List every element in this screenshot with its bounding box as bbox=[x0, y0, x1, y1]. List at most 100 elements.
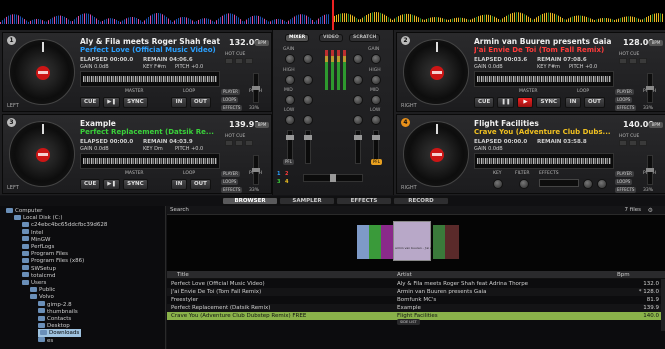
pitch-slider[interactable] bbox=[252, 155, 260, 185]
hot-cue-3[interactable] bbox=[639, 58, 647, 64]
pfl-button-2[interactable]: PFL bbox=[371, 159, 382, 165]
tab-browser[interactable]: BROWSER bbox=[222, 197, 278, 205]
loop-in-button[interactable]: IN bbox=[565, 97, 581, 108]
loops-button[interactable]: LOOPS bbox=[221, 179, 239, 185]
hot-cue-buttons[interactable] bbox=[619, 140, 647, 146]
crossfader[interactable] bbox=[303, 174, 363, 182]
waveform-left[interactable] bbox=[0, 0, 332, 30]
hot-cue-2[interactable] bbox=[235, 58, 243, 64]
deck-waveform[interactable] bbox=[474, 71, 614, 87]
player-button[interactable]: PLAYER bbox=[615, 171, 634, 177]
bpm-tap-button[interactable]: BPM bbox=[255, 40, 269, 46]
column-bpm[interactable]: Bpm bbox=[617, 271, 630, 279]
play-button[interactable]: ▶ bbox=[517, 97, 534, 108]
sync-button[interactable]: SYNC bbox=[123, 97, 148, 108]
waveform-right[interactable] bbox=[332, 0, 665, 30]
bpm-tap-button[interactable]: BPM bbox=[649, 40, 663, 46]
hot-cue-3[interactable] bbox=[245, 140, 253, 146]
cue-button[interactable]: CUE bbox=[474, 97, 495, 108]
effects-button[interactable]: EFFECTS bbox=[615, 187, 637, 193]
mid-knob-4[interactable] bbox=[353, 95, 363, 105]
volume-fader-4[interactable] bbox=[354, 130, 362, 164]
player-button[interactable]: PLAYER bbox=[221, 171, 240, 177]
loops-button[interactable]: LOOPS bbox=[615, 179, 633, 185]
high-knob-2[interactable] bbox=[371, 75, 381, 85]
pfl-button-1[interactable]: PFL bbox=[283, 159, 294, 165]
hot-cue-1[interactable] bbox=[225, 58, 233, 64]
low-knob-3[interactable] bbox=[303, 115, 313, 125]
sync-button[interactable]: SYNC bbox=[123, 179, 148, 190]
high-knob-3[interactable] bbox=[303, 75, 313, 85]
tab-record[interactable]: RECORD bbox=[393, 197, 449, 205]
waveform-overview[interactable] bbox=[0, 0, 665, 30]
folder-tree[interactable]: Computer Local Disk (C:) c24ebc4bc65ddcfbc… bbox=[0, 206, 166, 349]
effect-param-knob-1[interactable] bbox=[583, 179, 593, 189]
bpm-tap-button[interactable]: BPM bbox=[255, 122, 269, 128]
mid-knob-3[interactable] bbox=[303, 95, 313, 105]
effects-button[interactable]: EFFECTS bbox=[221, 105, 243, 111]
player-button[interactable]: PLAYER bbox=[615, 89, 634, 95]
hot-cue-1[interactable] bbox=[225, 140, 233, 146]
track-list-scrollbar[interactable] bbox=[661, 279, 665, 331]
search-options-icon[interactable]: ⚙ bbox=[648, 207, 653, 214]
key-knob[interactable] bbox=[493, 179, 503, 189]
hot-cue-2[interactable] bbox=[629, 140, 637, 146]
pause-button[interactable]: ❚❚ bbox=[497, 97, 515, 108]
low-knob-4[interactable] bbox=[353, 115, 363, 125]
column-artist[interactable]: Artist bbox=[397, 271, 412, 279]
deck-waveform[interactable] bbox=[80, 71, 220, 87]
cover-art-selected[interactable]: armin van buuren - j'ai envie de toi bbox=[393, 221, 431, 261]
bpm-tap-button[interactable]: BPM bbox=[649, 122, 663, 128]
cue-button[interactable]: CUE bbox=[80, 179, 101, 190]
pitch-slider[interactable] bbox=[646, 155, 654, 185]
cover-flow[interactable]: armin van buuren - j'ai envie de toi bbox=[167, 215, 665, 271]
jog-wheel[interactable] bbox=[403, 39, 469, 105]
tab-video[interactable]: VIDEO bbox=[319, 34, 343, 42]
table-row[interactable]: Perfect Replacement (Datsik Remix) Exampl… bbox=[167, 304, 665, 312]
loop-out-button[interactable]: OUT bbox=[190, 179, 211, 190]
column-title[interactable]: Title bbox=[177, 271, 189, 279]
sync-button[interactable]: SYNC bbox=[536, 97, 562, 108]
hot-cue-3[interactable] bbox=[639, 140, 647, 146]
deck-waveform[interactable] bbox=[80, 153, 220, 169]
filter-knob[interactable] bbox=[519, 179, 529, 189]
hot-cue-1[interactable] bbox=[619, 58, 627, 64]
mid-knob-1[interactable] bbox=[285, 95, 295, 105]
tab-effects[interactable]: EFFECTS bbox=[336, 197, 392, 205]
effect-param-knob-2[interactable] bbox=[597, 179, 607, 189]
cue-button[interactable]: CUE bbox=[80, 97, 101, 108]
search-bar[interactable]: Search 7 files ⚙ bbox=[167, 206, 665, 215]
table-row[interactable]: J'ai Envie De Toi (Tom Fall Remix) Armin … bbox=[167, 288, 665, 296]
high-knob-4[interactable] bbox=[353, 75, 363, 85]
tab-mixer[interactable]: MIXER bbox=[285, 34, 310, 42]
loop-out-button[interactable]: OUT bbox=[584, 97, 605, 108]
deck-waveform[interactable] bbox=[474, 153, 614, 169]
tab-sampler[interactable]: SAMPLER bbox=[279, 197, 335, 205]
hot-cue-2[interactable] bbox=[235, 140, 243, 146]
loops-button[interactable]: LOOPS bbox=[615, 97, 633, 103]
table-row[interactable]: Freestyler Bomfunk MC's 81.9 bbox=[167, 296, 665, 304]
loops-button[interactable]: LOOPS bbox=[221, 97, 239, 103]
effects-select[interactable] bbox=[539, 179, 579, 187]
tree-node[interactable]: es bbox=[38, 337, 53, 345]
jog-wheel[interactable] bbox=[9, 121, 75, 187]
volume-fader-3[interactable] bbox=[304, 130, 312, 164]
low-knob-1[interactable] bbox=[285, 115, 295, 125]
play-button[interactable]: ▶❚ bbox=[103, 97, 121, 108]
hot-cue-buttons[interactable] bbox=[619, 58, 647, 64]
play-button[interactable]: ▶❚ bbox=[103, 179, 121, 190]
hot-cue-3[interactable] bbox=[245, 58, 253, 64]
gain-knob-4[interactable] bbox=[353, 54, 363, 64]
gain-knob-2[interactable] bbox=[371, 54, 381, 64]
pitch-slider[interactable] bbox=[252, 73, 260, 103]
loop-in-button[interactable]: IN bbox=[171, 97, 187, 108]
hot-cue-2[interactable] bbox=[629, 58, 637, 64]
player-button[interactable]: PLAYER bbox=[221, 89, 240, 95]
gain-knob-3[interactable] bbox=[303, 54, 313, 64]
effects-button[interactable]: EFFECTS bbox=[221, 187, 243, 193]
hot-cue-buttons[interactable] bbox=[225, 140, 253, 146]
hot-cue-buttons[interactable] bbox=[225, 58, 253, 64]
effects-button[interactable]: EFFECTS bbox=[615, 105, 637, 111]
jog-wheel[interactable] bbox=[9, 39, 75, 105]
gain-knob-1[interactable] bbox=[285, 54, 295, 64]
